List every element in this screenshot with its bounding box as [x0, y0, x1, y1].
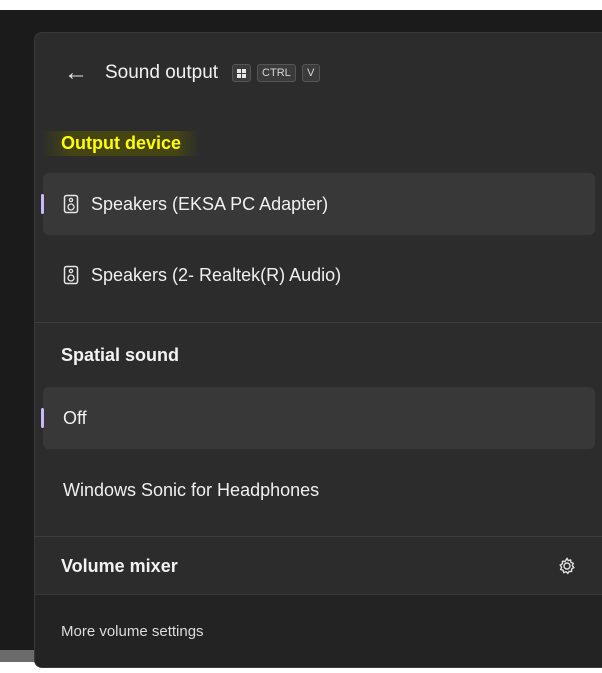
arrow-left-icon: ← [64, 59, 88, 86]
spatial-sound-label: Off [63, 407, 87, 428]
output-device-heading: Output device [41, 131, 200, 156]
section-divider [35, 322, 602, 323]
volume-mixer-row: Volume mixer [35, 538, 602, 594]
spatial-sound-item-off[interactable]: Off [41, 387, 595, 449]
more-volume-settings-link[interactable]: More volume settings [61, 623, 204, 640]
spatial-sound-label: Windows Sonic for Headphones [63, 479, 320, 500]
output-device-item-realtek[interactable]: Speakers (2- Realtek(R) Audio) [43, 244, 595, 306]
gear-icon[interactable] [557, 556, 577, 576]
volume-mixer-heading: Volume mixer [61, 555, 178, 576]
section-divider [35, 536, 602, 537]
spatial-sound-item-windows-sonic[interactable]: Windows Sonic for Headphones [43, 459, 595, 521]
selected-indicator [41, 408, 44, 428]
flyout-header: ← Sound output CTRL V [35, 33, 602, 113]
sound-output-flyout: ← Sound output CTRL V Output device Spea… [34, 32, 602, 668]
page-title: Sound output [105, 62, 219, 83]
flyout-footer: More volume settings [35, 594, 602, 667]
back-button[interactable]: ← [61, 58, 91, 88]
output-device-item-eksa[interactable]: Speakers (EKSA PC Adapter) [41, 173, 595, 235]
v-key-badge: V [301, 64, 320, 82]
ctrl-key-badge: CTRL [257, 64, 296, 82]
spatial-sound-heading: Spatial sound [61, 345, 180, 365]
screen: ← Sound output CTRL V Output device Spea… [0, 0, 602, 673]
speaker-icon [63, 265, 79, 285]
output-device-label: Speakers (EKSA PC Adapter) [91, 193, 329, 214]
speaker-icon [63, 194, 79, 214]
selected-indicator [41, 194, 44, 214]
windows-key-icon [232, 64, 252, 82]
output-device-label: Speakers (2- Realtek(R) Audio) [91, 264, 342, 285]
